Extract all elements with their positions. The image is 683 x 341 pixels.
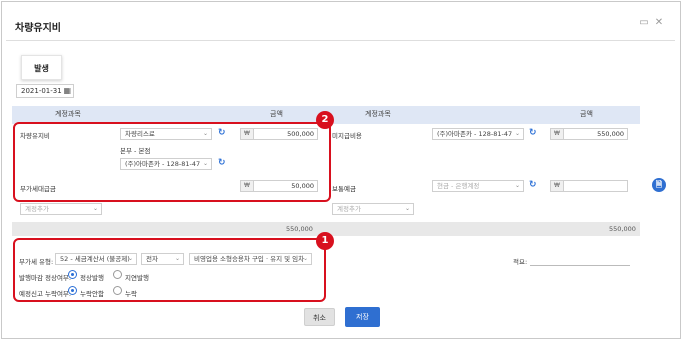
credit-amount-value: 550,000 (597, 130, 624, 138)
title-divider (6, 40, 675, 41)
refresh-icon[interactable]: ↻ (529, 128, 537, 138)
highlight-box-2 (13, 122, 331, 202)
save-button[interactable]: 저장 (345, 307, 380, 327)
bank-select[interactable]: 현금 - 은행계정 ⌄ (432, 180, 524, 192)
chevron-down-icon: ⌄ (514, 182, 520, 189)
chevron-down-icon: ⌄ (514, 130, 520, 137)
date-value: 2021-01-31 (21, 87, 62, 95)
chevron-down-icon: ⌄ (92, 205, 98, 212)
cancel-button[interactable]: 취소 (304, 308, 335, 326)
memo-label: 적요: (513, 258, 528, 266)
date-input[interactable]: 2021-01-31 ▦ (16, 84, 74, 98)
minimize-icon[interactable]: ▭ (639, 17, 649, 28)
header-amount-right: 금액 (580, 110, 593, 118)
header-account-right: 계정과목 (365, 110, 391, 118)
bank-placeholder: 현금 - 은행계정 (437, 182, 480, 190)
memo-input[interactable] (530, 265, 630, 266)
highlight-box-1 (13, 238, 326, 302)
credit-add-account-select[interactable]: 계정추가 ⌄ (332, 203, 414, 215)
dialog-title: 차량유지비 (15, 23, 61, 34)
chevron-down-icon: ⌄ (404, 205, 410, 212)
calendar-icon[interactable]: ▦ (63, 85, 71, 97)
add-account-placeholder: 계정추가 (337, 205, 361, 213)
credit-total: 550,000 (609, 225, 636, 233)
credit-account-label: 미지급비용 (332, 132, 362, 140)
credit-amount-input[interactable]: ₩ 550,000 (550, 128, 628, 140)
currency-won: ₩ (551, 181, 564, 191)
annotation-badge-1: 1 (316, 232, 334, 250)
header-amount-left: 금액 (270, 110, 283, 118)
annotation-badge-2: 2 (316, 111, 334, 129)
tab-occurrence[interactable]: 발생 (21, 55, 62, 80)
header-account-left: 계정과목 (55, 110, 81, 118)
credit-vendor-value: (주)아마존카 - 128-81-47 (437, 130, 513, 138)
document-icon[interactable]: 🗎 (652, 178, 666, 192)
credit-vendor-select[interactable]: (주)아마존카 - 128-81-47 ⌄ (432, 128, 524, 140)
currency-won: ₩ (551, 129, 564, 139)
refresh-icon[interactable]: ↻ (529, 180, 537, 190)
add-account-placeholder: 계정추가 (25, 205, 49, 213)
debit-add-account-select[interactable]: 계정추가 ⌄ (20, 203, 102, 215)
bank-amount-input[interactable]: ₩ (550, 180, 628, 192)
debit-total: 550,000 (286, 225, 313, 233)
bank-account-label: 보통예금 (332, 185, 356, 193)
close-icon[interactable]: ✕ (654, 17, 664, 28)
